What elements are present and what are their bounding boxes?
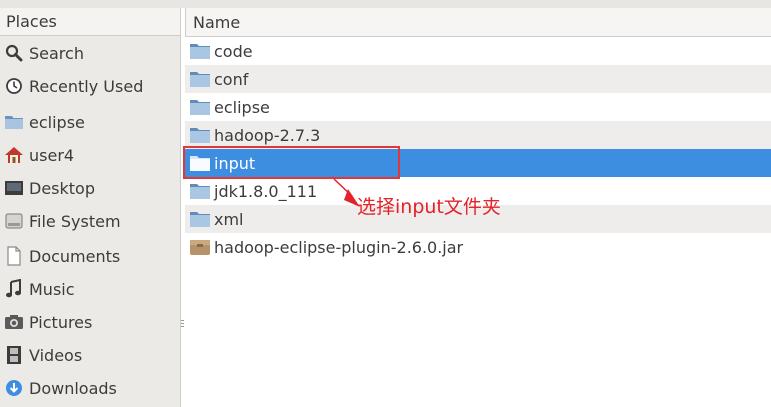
sidebar-item-documents[interactable]: Documents: [4, 243, 120, 269]
sidebar-item-desktop[interactable]: Desktop: [4, 175, 95, 201]
sidebar-item-recently-used[interactable]: Recently Used: [4, 73, 143, 99]
sidebar-item-pictures[interactable]: Pictures: [4, 309, 92, 335]
sidebar-item-label: Pictures: [29, 312, 93, 332]
sidebar-item-label: user4: [29, 145, 75, 165]
desktop-icon: [4, 178, 24, 198]
file-name: jdk1.8.0_111: [214, 181, 318, 201]
sidebar-item-label: Documents: [29, 246, 121, 266]
sidebar-item-label: Recently Used: [29, 76, 144, 96]
places-sidebar: Places Search Recently Used eclipse user…: [0, 8, 181, 407]
film-icon: [4, 345, 24, 365]
download-icon: [4, 378, 24, 398]
file-name: code: [214, 41, 253, 61]
file-row[interactable]: eclipse: [185, 93, 771, 121]
sidebar-item-search[interactable]: Search: [4, 40, 84, 66]
folder-icon: [189, 125, 211, 145]
clock-icon: [4, 76, 24, 96]
file-name: eclipse: [214, 97, 270, 117]
package-icon: [189, 237, 211, 257]
sidebar-item-music[interactable]: Music: [4, 276, 75, 302]
folder-icon: [189, 69, 211, 89]
sidebar-item-videos[interactable]: Videos: [4, 342, 82, 368]
search-icon: [4, 43, 24, 63]
folder-icon: [189, 153, 211, 173]
folder-icon: [189, 209, 211, 229]
sidebar-item-label: Desktop: [29, 178, 95, 198]
column-header-name[interactable]: Name: [185, 8, 771, 37]
file-row-selected[interactable]: input: [185, 149, 771, 177]
sidebar-item-label: eclipse: [29, 112, 85, 132]
annotation-text: 选择input文件夹: [357, 196, 501, 218]
camera-icon: [4, 312, 24, 332]
window-top-strip: [0, 0, 771, 8]
sidebar-item-label: Videos: [29, 345, 83, 365]
file-name: xml: [214, 209, 244, 229]
home-icon: [4, 145, 24, 165]
file-row[interactable]: code: [185, 37, 771, 65]
file-row[interactable]: conf: [185, 65, 771, 93]
file-row[interactable]: hadoop-2.7.3: [185, 121, 771, 149]
file-name: hadoop-eclipse-plugin-2.6.0.jar: [214, 237, 464, 257]
places-header: Places: [0, 8, 180, 36]
sidebar-item-label: Search: [29, 43, 84, 63]
sidebar-item-label: Downloads: [29, 378, 117, 398]
folder-icon: [189, 41, 211, 61]
sidebar-item-eclipse[interactable]: eclipse: [4, 109, 85, 135]
music-icon: [4, 279, 24, 299]
document-icon: [4, 246, 24, 266]
sidebar-item-label: Music: [29, 279, 75, 299]
folder-icon: [189, 181, 211, 201]
sidebar-item-file-system[interactable]: File System: [4, 208, 121, 234]
file-name: conf: [214, 69, 249, 89]
harddrive-icon: [4, 211, 24, 231]
sidebar-item-label: File System: [29, 211, 121, 231]
sidebar-item-downloads[interactable]: Downloads: [4, 375, 117, 401]
file-row[interactable]: hadoop-eclipse-plugin-2.6.0.jar: [185, 233, 771, 261]
file-name: hadoop-2.7.3: [214, 125, 321, 145]
folder-icon: [4, 112, 24, 132]
file-name: input: [214, 153, 256, 173]
folder-icon: [189, 97, 211, 117]
sidebar-item-user4[interactable]: user4: [4, 142, 74, 168]
